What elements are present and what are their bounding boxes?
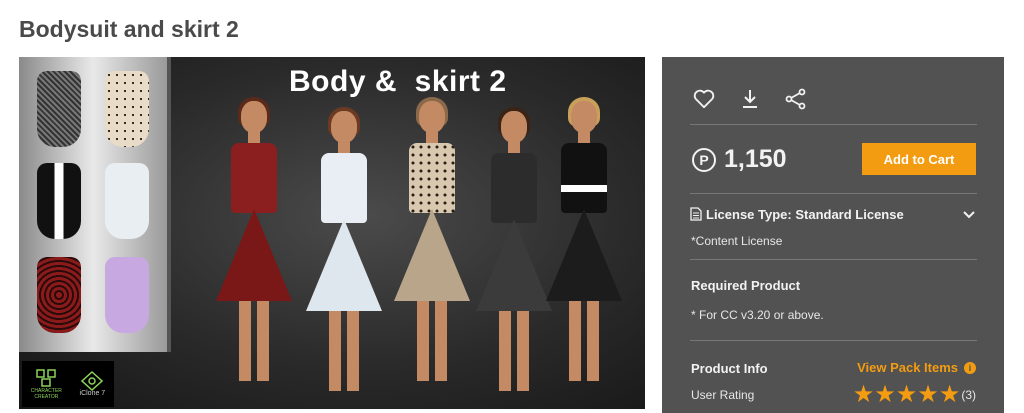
rating-stars: ★ ★ ★ ★ ★ (3): [853, 383, 976, 407]
view-pack-label: View Pack Items: [857, 360, 958, 375]
swatch-panel: [19, 57, 171, 352]
character-creator-logo: CHARACTER CREATOR: [31, 368, 62, 400]
swatch-white-floral: [105, 163, 149, 239]
user-rating-label: User Rating: [691, 388, 755, 402]
price: 1,150: [724, 145, 787, 173]
swatch-gray: [37, 71, 81, 147]
required-product-title: Required Product: [691, 278, 801, 293]
model-figure-white: [299, 107, 389, 391]
download-icon[interactable]: [738, 87, 762, 111]
swatch-black-white: [37, 163, 81, 239]
view-pack-items-link[interactable]: View Pack Items i: [857, 360, 976, 375]
action-icons: [692, 87, 808, 111]
star-icon: ★: [874, 381, 896, 408]
software-badges: CHARACTER CREATOR iClone 7: [22, 361, 114, 407]
star-icon: ★: [852, 381, 875, 408]
product-image: Body & skirt 2 CHARACTER CREATOR iClone 7: [19, 57, 645, 409]
model-figure-dotted: [539, 97, 629, 391]
swatch-lavender: [105, 257, 149, 333]
document-icon: [690, 207, 702, 221]
purchase-panel: P 1,150 Add to Cart License Type: Standa…: [662, 57, 1004, 413]
divider: [690, 193, 977, 194]
divider: [690, 340, 977, 341]
star-icon: ★: [895, 381, 918, 408]
point-currency-icon: P: [692, 147, 716, 172]
product-info-title: Product Info: [691, 361, 768, 376]
chevron-down-icon[interactable]: [961, 206, 977, 222]
info-icon[interactable]: i: [964, 361, 976, 374]
divider: [690, 259, 977, 260]
star-icon: ★: [917, 381, 939, 408]
swatch-red-floral: [37, 257, 81, 333]
license-dropdown[interactable]: License Type: Standard License: [690, 206, 977, 222]
model-figure-red: [209, 97, 299, 391]
swatch-leopard: [105, 71, 149, 147]
content-license-note: *Content License: [691, 234, 783, 248]
share-icon[interactable]: [784, 87, 808, 111]
heart-icon[interactable]: [692, 87, 716, 111]
page-title: Bodysuit and skirt 2: [19, 16, 239, 42]
iclone-logo: iClone 7: [80, 371, 105, 397]
star-icon: ★: [938, 381, 961, 408]
divider: [690, 124, 977, 125]
rating-count: (3): [961, 388, 976, 402]
add-to-cart-button[interactable]: Add to Cart: [862, 143, 976, 175]
price-row: P 1,150: [692, 145, 787, 174]
required-product-note: * For CC v3.20 or above.: [691, 308, 824, 322]
model-figure-leopard: [387, 97, 477, 391]
license-type: License Type: Standard License: [706, 206, 904, 222]
hero-caption: Body & skirt 2: [289, 65, 507, 98]
